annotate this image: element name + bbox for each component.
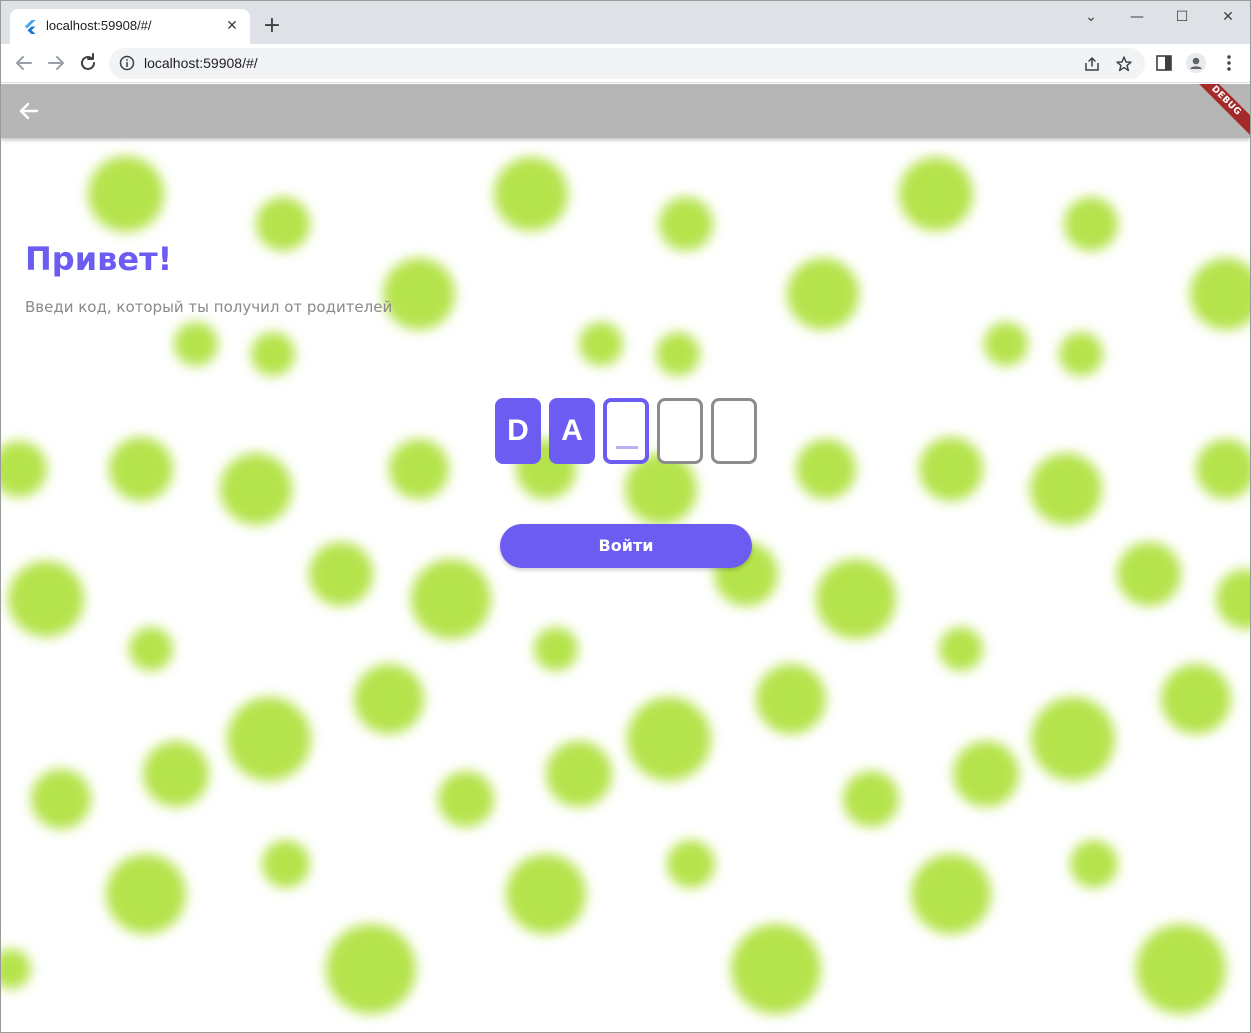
background-dot — [106, 854, 186, 934]
background-dot — [939, 627, 983, 671]
browser-tab[interactable]: localhost:59908/#/ ✕ — [10, 9, 250, 44]
browser-toolbar: localhost:59908/#/ — [1, 44, 1250, 83]
code-cell-2[interactable]: A — [549, 398, 595, 464]
tab-title: localhost:59908/#/ — [46, 18, 152, 33]
close-window-button[interactable]: ✕ — [1216, 7, 1240, 27]
info-icon[interactable] — [119, 55, 135, 71]
background-dot — [534, 627, 578, 671]
tab-strip: localhost:59908/#/ ✕ + ⌄ — ☐ ✕ — [1, 1, 1250, 44]
background-dot — [354, 664, 424, 734]
background-dot — [667, 840, 715, 888]
profile-icon[interactable] — [1186, 53, 1206, 73]
browser-window: localhost:59908/#/ ✕ + ⌄ — ☐ ✕ localhost… — [0, 0, 1251, 1033]
background-dot — [1190, 258, 1250, 330]
background-dot — [251, 332, 295, 376]
background-dot — [109, 437, 173, 501]
background-dot — [143, 741, 209, 807]
app-bar — [1, 84, 1250, 138]
background-dot — [787, 258, 859, 330]
background-dot — [627, 697, 711, 781]
menu-dots-icon[interactable] — [1219, 53, 1239, 73]
background-dot — [656, 332, 700, 376]
background-dot — [1, 949, 31, 989]
background-dot — [1059, 332, 1103, 376]
background-dot — [899, 157, 973, 231]
text-cursor — [616, 446, 638, 449]
background-dot — [1031, 697, 1115, 781]
background-dot — [1070, 840, 1118, 888]
background-dot — [220, 453, 292, 525]
back-arrow-icon[interactable] — [17, 99, 41, 123]
background-dot — [659, 197, 713, 251]
background-dot — [1196, 439, 1250, 499]
page-title: Привет! — [25, 240, 173, 278]
background-dot — [227, 697, 311, 781]
background-dot — [129, 627, 173, 671]
background-dot — [309, 542, 373, 606]
reload-icon[interactable] — [76, 51, 100, 75]
login-button[interactable]: Войти — [500, 524, 752, 568]
star-icon[interactable] — [1115, 55, 1133, 73]
background-dot — [984, 322, 1028, 366]
sidebar-icon[interactable] — [1154, 53, 1174, 73]
background-dot — [8, 561, 84, 637]
background-dot — [579, 322, 623, 366]
background-dot — [919, 437, 983, 501]
tab-search-icon[interactable]: ⌄ — [1079, 7, 1103, 27]
code-cell-1[interactable]: D — [495, 398, 541, 464]
maximize-button[interactable]: ☐ — [1170, 7, 1194, 27]
background-dot — [1064, 197, 1118, 251]
background-dot — [953, 741, 1019, 807]
background-dot — [506, 854, 586, 934]
background-dot — [262, 840, 310, 888]
new-tab-button[interactable]: + — [261, 15, 283, 37]
background-dot — [731, 924, 821, 1014]
background-dot — [389, 439, 449, 499]
code-input[interactable]: D A — [495, 398, 757, 464]
background-dot — [1, 441, 47, 497]
forward-arrow-icon[interactable] — [44, 51, 68, 75]
app-viewport: DEBUG Привет! Введи код, который ты полу… — [1, 84, 1250, 1032]
code-cell-5[interactable] — [711, 398, 757, 464]
background-dot — [438, 771, 494, 827]
code-cell-3[interactable] — [603, 398, 649, 464]
background-dot — [88, 156, 164, 232]
background-dot — [1117, 542, 1181, 606]
background-dot — [1216, 569, 1250, 629]
background-dot — [756, 664, 826, 734]
page-subtitle: Введи код, который ты получил от родител… — [25, 298, 393, 316]
tab-close-icon[interactable]: ✕ — [222, 16, 242, 36]
minimize-button[interactable]: — — [1125, 7, 1149, 27]
background-dot — [1030, 453, 1102, 525]
background-dot — [1136, 924, 1226, 1014]
background-dot — [546, 741, 612, 807]
background-dot — [816, 559, 896, 639]
background-dot — [256, 197, 310, 251]
background-dot — [843, 771, 899, 827]
background-dot — [1161, 664, 1231, 734]
background-dot — [911, 854, 991, 934]
background-dot — [796, 439, 856, 499]
url-text: localhost:59908/#/ — [144, 55, 258, 71]
background-dot — [174, 322, 218, 366]
code-cell-4[interactable] — [657, 398, 703, 464]
background-dot — [383, 258, 455, 330]
background-dot — [31, 769, 91, 829]
background-dot — [494, 157, 568, 231]
background-dot — [411, 559, 491, 639]
background-dot — [326, 924, 416, 1014]
flutter-favicon-icon — [25, 20, 36, 34]
share-icon[interactable] — [1083, 55, 1101, 73]
back-arrow-icon[interactable] — [12, 51, 36, 75]
address-bar[interactable]: localhost:59908/#/ — [109, 48, 1145, 79]
